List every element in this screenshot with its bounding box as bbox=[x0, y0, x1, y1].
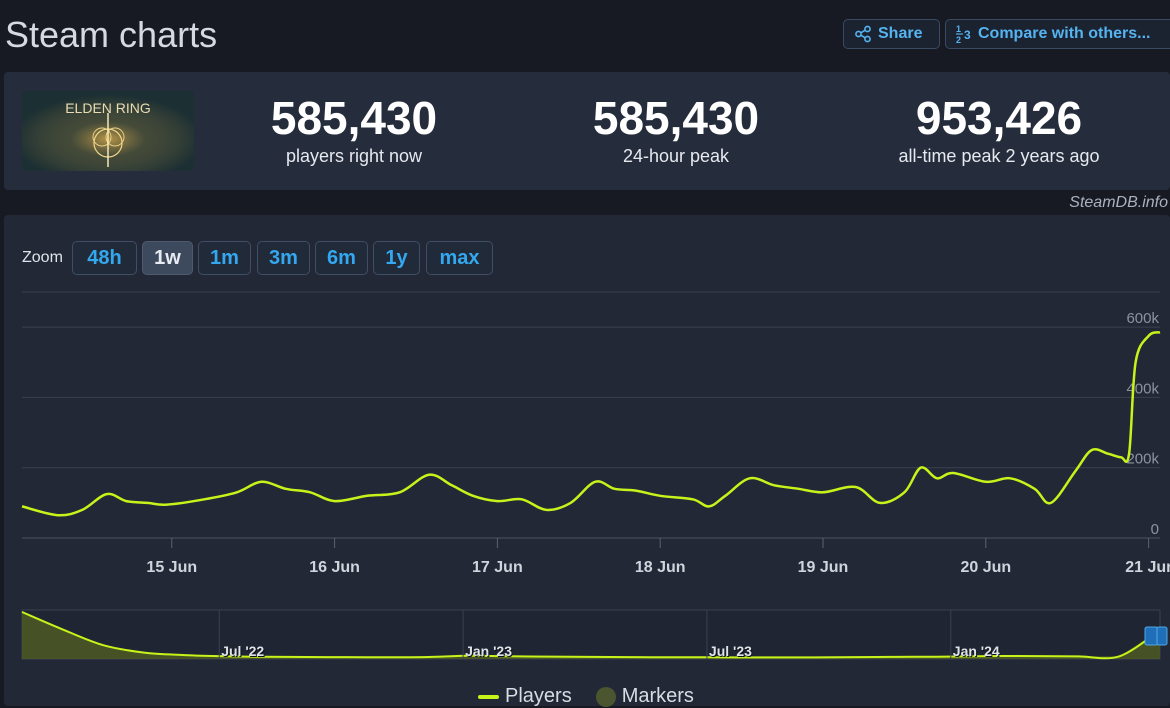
stat-label: 24-hour peak bbox=[622, 146, 730, 166]
zoom-label: Zoom bbox=[22, 249, 63, 266]
zoom-3m-button[interactable]: 3m bbox=[257, 241, 310, 275]
zoom-1m-button[interactable]: 1m bbox=[198, 241, 251, 275]
stat-all-time-peak: 953,426 all-time peak 2 years ago bbox=[849, 92, 1149, 167]
legend-players-label: Players bbox=[505, 685, 572, 707]
svg-text:2: 2 bbox=[956, 35, 961, 44]
zoom-max-button[interactable]: max bbox=[426, 241, 493, 275]
share-label: Share bbox=[878, 25, 923, 42]
stat-label: players right now bbox=[285, 146, 423, 166]
share-icon bbox=[855, 25, 871, 43]
stat-value: 585,430 bbox=[592, 92, 760, 144]
players-legend-swatch bbox=[478, 694, 499, 699]
stat-label: all-time peak 2 years ago bbox=[898, 146, 1100, 166]
stat-value: 953,426 bbox=[915, 92, 1083, 144]
steamdb-credit[interactable]: SteamDB.info bbox=[1069, 194, 1168, 212]
chart-panel bbox=[4, 215, 1170, 706]
zoom-6m-button[interactable]: 6m bbox=[315, 241, 368, 275]
chart-legend: Players Markers bbox=[478, 685, 694, 708]
game-logo-text: ELDEN RING bbox=[65, 100, 151, 116]
stats-panel: ELDEN RING 585,430 players right now 585… bbox=[4, 72, 1170, 190]
fraction-icon: 1 2 3 bbox=[956, 24, 971, 44]
game-logo-image: ELDEN RING bbox=[22, 91, 194, 171]
zoom-48h-button[interactable]: 48h bbox=[72, 241, 137, 275]
share-button[interactable]: Share bbox=[843, 19, 940, 49]
svg-text:1: 1 bbox=[956, 24, 961, 34]
compare-label: Compare with others... bbox=[978, 25, 1151, 42]
page-title: Steam charts bbox=[5, 14, 218, 55]
zoom-1y-button[interactable]: 1y bbox=[373, 241, 420, 275]
markers-legend-swatch bbox=[595, 686, 616, 707]
compare-button[interactable]: 1 2 3 Compare with others... bbox=[945, 19, 1170, 49]
svg-text:3: 3 bbox=[964, 28, 971, 42]
game-logo[interactable]: ELDEN RING bbox=[22, 91, 194, 171]
legend-markers[interactable]: Markers bbox=[595, 685, 694, 708]
stat-players-now: 585,430 players right now bbox=[204, 92, 504, 167]
legend-players[interactable]: Players bbox=[478, 685, 572, 708]
zoom-1w-button[interactable]: 1w bbox=[142, 241, 193, 275]
legend-markers-label: Markers bbox=[621, 685, 694, 707]
stat-value: 585,430 bbox=[270, 92, 438, 144]
stat-24h-peak: 585,430 24-hour peak bbox=[526, 92, 826, 167]
